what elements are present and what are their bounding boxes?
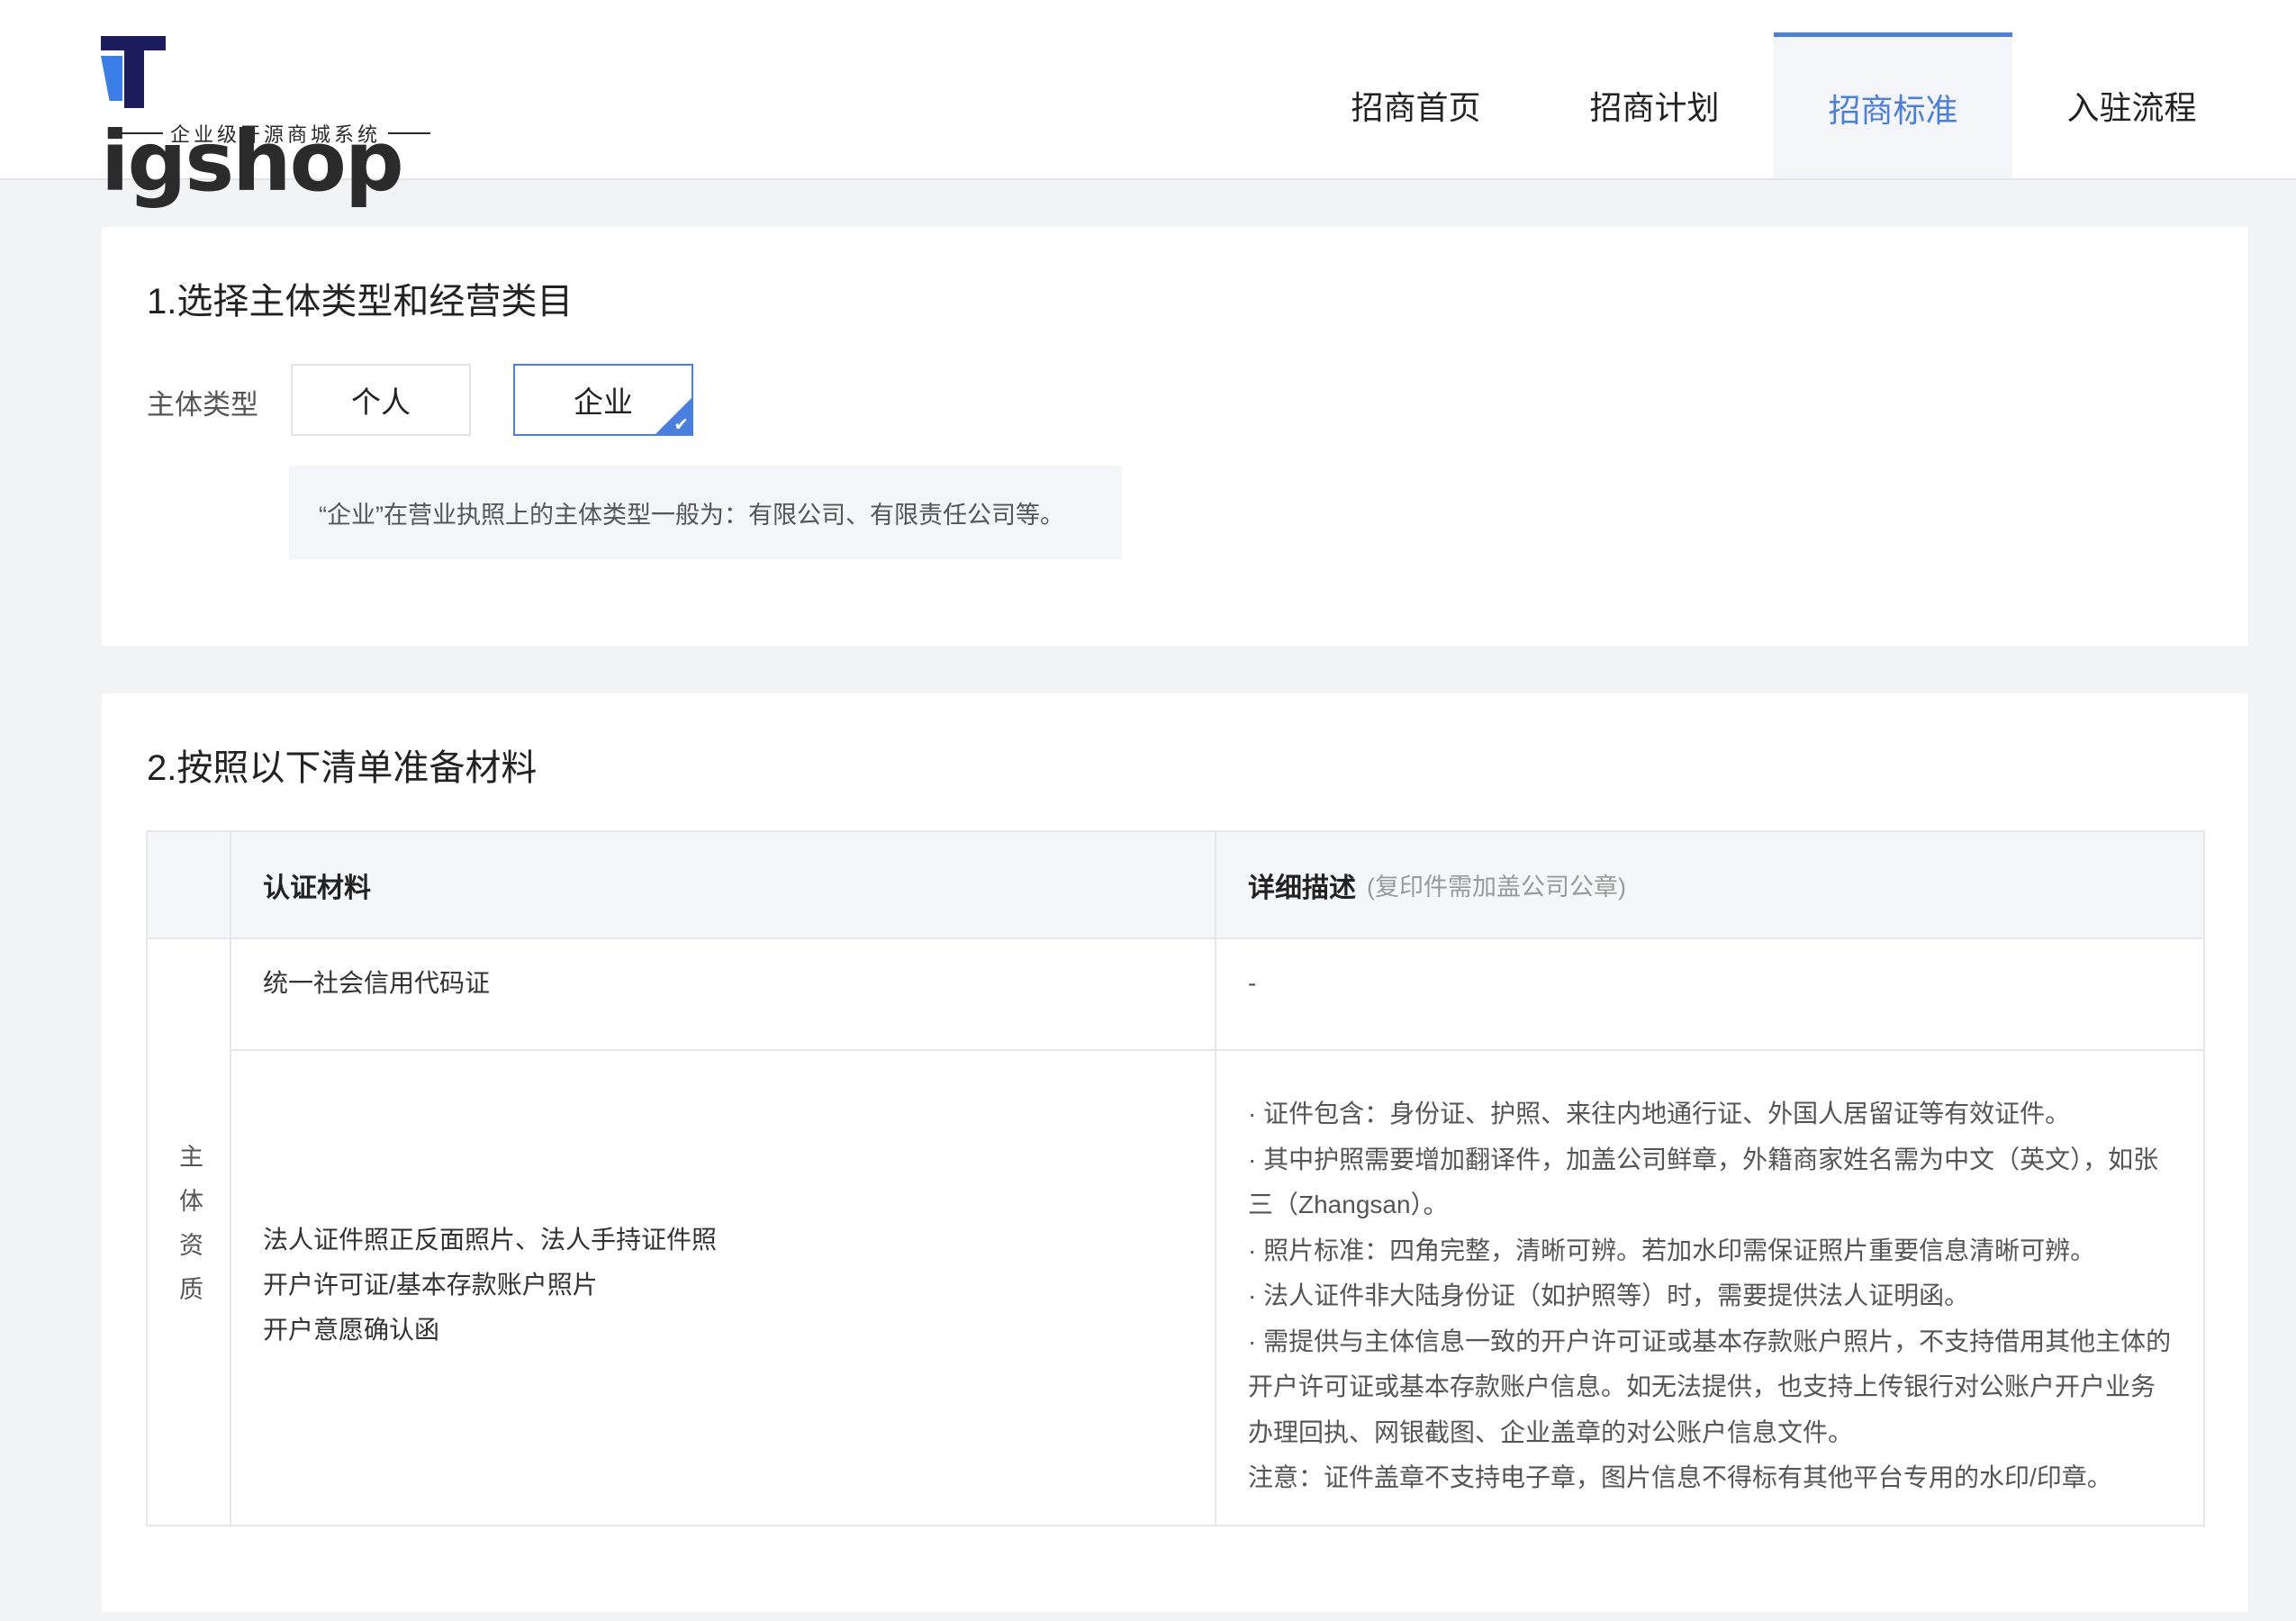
logo-tagline: 企业级开源商城系统 bbox=[113, 115, 438, 151]
option-label: 个人 bbox=[351, 385, 411, 419]
table-row-2-material: 法人证件照正反面照片、法人手持证件照 开户许可证/基本存款账户照片 开户意愿确认… bbox=[263, 1226, 718, 1344]
table-header-row bbox=[148, 832, 2203, 939]
option-enterprise-button[interactable]: 企业 ✔ bbox=[513, 364, 693, 436]
logo-t-mark bbox=[101, 36, 166, 108]
table-row-2-detail: · 证件包含：身份证、护照、来往内地通行证、外国人居留证等有效证件。 · 其中护… bbox=[1248, 1100, 2172, 1491]
table-row-1-material: 统一社会信用代码证 bbox=[263, 969, 491, 997]
section-title: 2.按照以下清单准备材料 bbox=[147, 748, 538, 788]
table-header-detail-note: (复印件需加盖公司公章) bbox=[1367, 874, 1626, 901]
subject-type-label: 主体类型 bbox=[147, 389, 258, 421]
main-nav: 招商首页 招商计划 招商标准 入驻流程 bbox=[1297, 32, 2251, 178]
nav-item-home[interactable]: 招商首页 bbox=[1297, 32, 1535, 178]
option-individual-button[interactable]: 个人 bbox=[291, 364, 471, 436]
check-icon: ✔ bbox=[673, 415, 689, 435]
section-title: 1.选择主体类型和经营类目 bbox=[147, 282, 574, 321]
nav-item-plan[interactable]: 招商计划 bbox=[1535, 32, 1774, 178]
nav-item-standard[interactable]: 招商标准 bbox=[1774, 32, 2012, 178]
option-label: 企业 bbox=[574, 385, 633, 419]
logo-wordmark: igshop bbox=[101, 27, 461, 207]
top-header: igshop 企业级开源商城系统 招商首页 招商计划 招商标准 入驻流程 bbox=[0, 0, 2296, 207]
table-row-1-detail: - bbox=[1248, 969, 1257, 997]
subject-type-hint: “企业”在营业执照上的主体类型一般为：有限公司、有限责任公司等。 bbox=[289, 466, 1122, 559]
materials-card: 2.按照以下清单准备材料 认证材料 详细描述 (复印件需加盖公司公章) 主体资质… bbox=[102, 693, 2248, 1612]
materials-table: 认证材料 详细描述 (复印件需加盖公司公章) 主体资质 统一社会信用代码证 - … bbox=[146, 830, 2205, 1526]
table-header-material: 认证材料 bbox=[263, 873, 371, 903]
nav-item-process[interactable]: 入驻流程 bbox=[2012, 32, 2251, 178]
tigshop-logo[interactable]: igshop 企业级开源商城系统 bbox=[101, 27, 461, 207]
category-cell: 主体资质 bbox=[148, 939, 231, 1525]
subject-type-card: 1.选择主体类型和经营类目 主体类型 个人 企业 ✔ “企业”在营业执照上的主体… bbox=[102, 227, 2248, 646]
table-header-detail: 详细描述 (复印件需加盖公司公章) bbox=[1248, 832, 1626, 937]
category-label: 主体资质 bbox=[176, 1144, 203, 1320]
